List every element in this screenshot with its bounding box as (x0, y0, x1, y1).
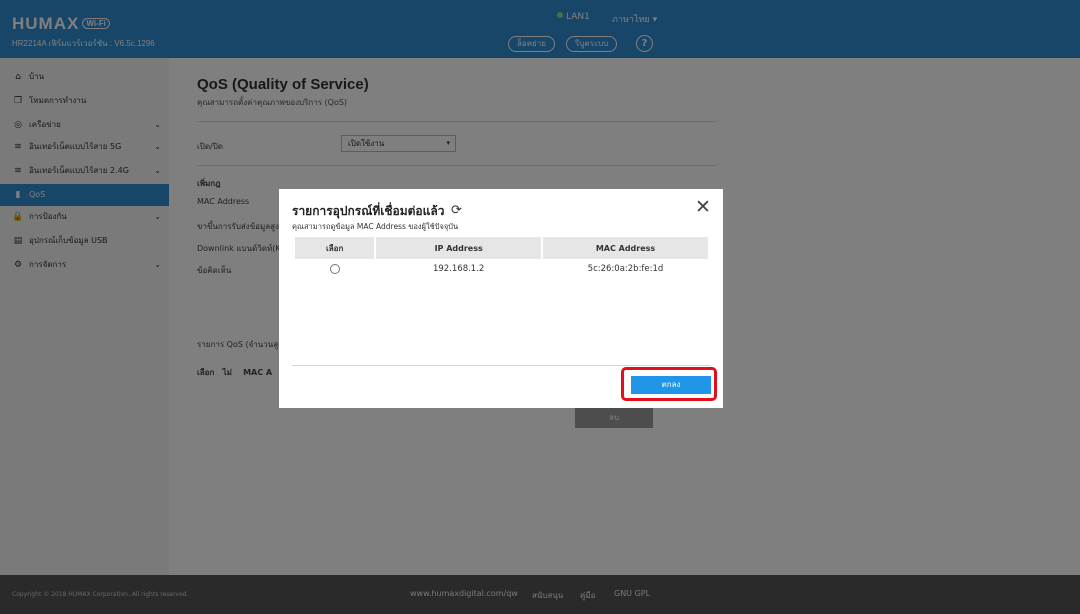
devices-table: เลือก IP Address MAC Address 192.168.1.2… (293, 237, 710, 279)
dialog-divider (292, 365, 710, 366)
refresh-icon[interactable]: ⟳ (451, 203, 462, 218)
close-icon[interactable]: ✕ (695, 198, 711, 217)
column-header-select: เลือก (295, 237, 375, 259)
select-cell (295, 259, 374, 279)
ip-cell: 192.168.1.2 (432, 264, 485, 274)
column-header-ip: IP Address (376, 237, 541, 259)
dialog-title: รายการอุปกรณ์ที่เชื่อมต่อแล้ว (292, 204, 445, 218)
table-row: 192.168.1.2 5c:26:0a:2b:fe:1d (295, 259, 708, 279)
dialog-subtitle: คุณสามารถดูข้อมูล MAC Address ของผู้ใช้ป… (292, 222, 459, 231)
mac-cell: 5c:26:0a:2b:fe:1d (587, 264, 664, 274)
column-header-mac: MAC Address (543, 237, 708, 259)
device-radio[interactable] (329, 263, 340, 274)
highlight-annotation (621, 367, 717, 401)
